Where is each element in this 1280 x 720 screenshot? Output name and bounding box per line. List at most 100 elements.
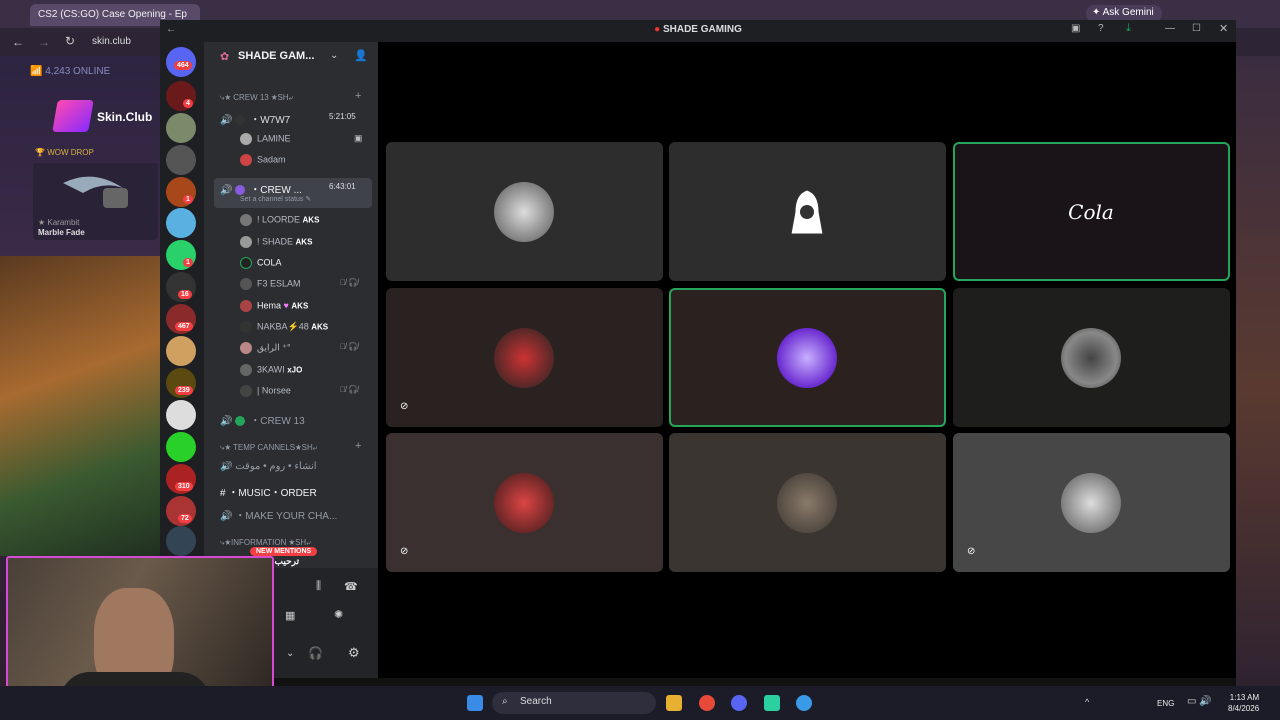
- voice-tile-speaking[interactable]: [669, 288, 946, 427]
- voice-tile[interactable]: [669, 142, 946, 281]
- voice-member[interactable]: | Norsee: [240, 385, 291, 399]
- voice-channel-crew13[interactable]: 🔊 ・CREW 13: [220, 412, 370, 427]
- voice-tile[interactable]: [386, 142, 663, 281]
- camera-off-icon: ⊘: [400, 401, 409, 412]
- avatar: [777, 328, 837, 388]
- voice-tile[interactable]: ⊘: [386, 433, 663, 572]
- voice-tile[interactable]: [669, 433, 946, 572]
- cola-logo-text: Cola: [1068, 200, 1114, 224]
- search-label: Search: [520, 696, 552, 707]
- back-icon[interactable]: ←: [12, 35, 24, 49]
- discord-back-icon[interactable]: ←: [166, 24, 176, 35]
- file-explorer-icon[interactable]: [666, 695, 682, 711]
- headphones-icon[interactable]: 🎧: [308, 646, 323, 660]
- chrome-icon[interactable]: [699, 695, 715, 711]
- windows-start-icon[interactable]: [467, 695, 483, 711]
- voice-member[interactable]: LAMINE: [240, 133, 291, 147]
- guild-icon[interactable]: [166, 336, 196, 366]
- voice-tile[interactable]: [953, 288, 1230, 427]
- close-icon[interactable]: ✕: [1219, 22, 1228, 35]
- camera-off-icon: ⊘: [400, 546, 409, 557]
- voice-member[interactable]: ! SHADE AKS: [240, 236, 312, 250]
- voice-member[interactable]: NAKBA⚡48 AKS: [240, 321, 328, 335]
- avatar: [240, 364, 252, 376]
- member-tag: AKS: [302, 215, 320, 225]
- chevron-down-icon[interactable]: ⌄: [330, 50, 338, 61]
- karambit-icon: [63, 176, 128, 208]
- new-mentions-badge[interactable]: NEW MENTIONS: [250, 547, 318, 556]
- avatar: [494, 182, 554, 242]
- app-icon[interactable]: [796, 695, 812, 711]
- member-tag: xJO: [287, 365, 303, 375]
- voice-channel-create[interactable]: 🔊 انشاء • روم • موقت: [220, 461, 370, 472]
- server-name[interactable]: SHADE GAM...: [238, 50, 314, 62]
- category-temp[interactable]: ⤷★ TEMP CANNELS★SH⤶: [220, 443, 317, 453]
- voice-member[interactable]: 3KAWI xJO: [240, 364, 302, 378]
- discord-taskbar-icon[interactable]: [731, 695, 747, 711]
- guild-icon[interactable]: [166, 208, 196, 238]
- voice-member[interactable]: F3 ESLAM: [240, 278, 301, 292]
- language-indicator[interactable]: ENG: [1157, 699, 1174, 708]
- soundboard-icon[interactable]: ✺: [334, 608, 343, 621]
- guild-icon[interactable]: [166, 145, 196, 175]
- chevron-up-icon[interactable]: ^: [1085, 697, 1089, 707]
- settings-icon[interactable]: ⚙: [348, 645, 360, 661]
- avatar: [240, 278, 252, 290]
- guild-badge: 239: [175, 386, 193, 395]
- disconnect-icon[interactable]: ☎: [344, 580, 358, 593]
- muted-icon: 🎙̸ 🎧̸: [340, 385, 359, 394]
- voice-member[interactable]: Hema ♥ AKS: [240, 300, 308, 314]
- guild-badge: 16: [178, 290, 192, 299]
- network-icon[interactable]: ▭ 🔊: [1187, 696, 1212, 707]
- skinclub-logo-icon[interactable]: [52, 100, 94, 132]
- wow-drop-text: WOW DROP: [47, 148, 94, 157]
- add-channel-icon[interactable]: +: [355, 90, 361, 102]
- avatar: [1061, 473, 1121, 533]
- maximize-icon[interactable]: ☐: [1192, 23, 1201, 34]
- app-icon[interactable]: [764, 695, 780, 711]
- avatar: [240, 321, 252, 333]
- inbox-icon[interactable]: ▣: [1071, 23, 1080, 34]
- voice-member[interactable]: الرايق ⁺°: [240, 342, 291, 356]
- avatar: [494, 328, 554, 388]
- invite-icon[interactable]: 👤: [354, 49, 368, 62]
- guild-icon[interactable]: [166, 432, 196, 462]
- add-channel-icon[interactable]: +: [355, 440, 361, 452]
- tab-title: CS2 (CS:GO) Case Opening - Ep: [38, 9, 187, 20]
- voice-member[interactable]: ! LOORDE AKS: [240, 214, 319, 228]
- promo-banner[interactable]: [0, 256, 160, 556]
- guild-icon[interactable]: [166, 400, 196, 430]
- guild-icon[interactable]: [166, 526, 196, 556]
- chevron-down-icon[interactable]: ⌄: [286, 648, 294, 659]
- member-name: NAKBA⚡48: [257, 321, 309, 332]
- voice-member[interactable]: COLA: [240, 257, 282, 271]
- avatar: [777, 182, 837, 242]
- voice-tile-speaking[interactable]: Cola: [953, 142, 1230, 281]
- member-name: COLA: [257, 257, 282, 268]
- avatar: [240, 300, 252, 312]
- clock[interactable]: 1:13 AM 8/4/2026: [1228, 692, 1259, 714]
- minimize-icon[interactable]: —: [1165, 23, 1175, 34]
- taskbar-search[interactable]: Search: [492, 692, 656, 714]
- voice-channel-make[interactable]: 🔊 ・MAKE YOUR CHA...: [220, 507, 370, 522]
- avatar: [240, 214, 252, 226]
- member-tag: AKS: [291, 301, 309, 311]
- avatar: [240, 385, 252, 397]
- help-icon[interactable]: ?: [1098, 23, 1104, 34]
- reload-icon[interactable]: ↻: [65, 34, 75, 48]
- voice-tile[interactable]: ⊘: [953, 433, 1230, 572]
- forward-icon[interactable]: →: [38, 35, 50, 49]
- voice-member[interactable]: Sadam: [240, 154, 286, 168]
- voice-tile[interactable]: ⊘: [386, 288, 663, 427]
- download-icon[interactable]: ⤓: [1126, 22, 1131, 35]
- online-count: 📶 4,243 ONLINE: [30, 66, 111, 77]
- activities-icon[interactable]: ▦: [285, 609, 295, 622]
- guild-icon[interactable]: [166, 113, 196, 143]
- channel-status[interactable]: Set a channel status ✎: [240, 195, 311, 203]
- text-channel-music[interactable]: # ・MUSIC・ORDER: [220, 484, 370, 499]
- avatar: [777, 473, 837, 533]
- channel-avatar: [235, 416, 246, 427]
- channel-name: ・CREW 13: [250, 416, 305, 427]
- category-crew13[interactable]: ⤷★ CREW 13 ★SH⤶: [220, 93, 293, 103]
- item-name: ★ Karambit: [38, 218, 80, 227]
